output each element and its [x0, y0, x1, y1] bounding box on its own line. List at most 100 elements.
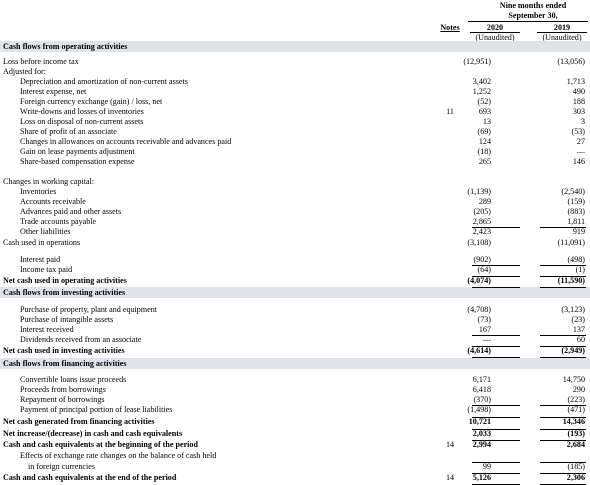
period-heading-line1: Nine months ended — [499, 1, 567, 10]
value-2019: (2,540) — [561, 187, 585, 196]
value-2020: (52) — [477, 97, 491, 106]
value-2020: 6,171 — [472, 375, 491, 384]
value-2019: 303 — [572, 107, 585, 116]
row-label: Loss on disposal of non-current assets — [20, 117, 144, 126]
total-rule — [540, 335, 586, 336]
double-total-rule — [540, 440, 586, 441]
row-label: Cash flows from investing activities — [3, 288, 126, 297]
row-label: Adjusted for: — [3, 67, 46, 76]
row-label: Cash and cash equivalents at the beginni… — [3, 440, 198, 449]
row-label: in foreign currencies — [28, 462, 95, 471]
row-label: Advances paid and other assets — [20, 207, 122, 216]
total-rule — [472, 417, 520, 418]
notes-column-header: Notes — [440, 23, 460, 32]
value-2019: 27 — [576, 137, 585, 146]
row-notes: 14 — [445, 473, 455, 482]
value-2019: (471) — [567, 405, 585, 414]
row-label: Interest paid — [20, 255, 61, 264]
row-label: Payment of principal portion of lease li… — [20, 405, 173, 414]
value-2020: (1,498) — [467, 405, 491, 414]
total-rule — [540, 417, 586, 418]
value-2019: (159) — [567, 197, 585, 206]
value-2019: (883) — [567, 207, 585, 216]
total-rule — [540, 346, 586, 347]
row-label: Interest received — [20, 325, 74, 334]
row-label: Net cash generated from financing activi… — [3, 417, 155, 426]
value-2020: 693 — [478, 107, 491, 116]
value-2020: 1,252 — [472, 87, 491, 96]
period-heading-underline — [468, 21, 588, 22]
value-2020: 99 — [482, 462, 491, 471]
double-total-rule — [472, 357, 520, 358]
row-label: Cash used in operations — [3, 238, 81, 247]
period-heading-line2: September 30, — [508, 11, 558, 20]
total-rule — [472, 335, 520, 336]
row-label: Share of profit of an associate — [20, 127, 117, 136]
year-2020-header: 2020 — [486, 23, 504, 32]
value-2019: (13,056) — [557, 57, 585, 66]
value-2019: 146 — [572, 157, 585, 166]
double-total-rule — [472, 287, 520, 288]
value-2019: (11,590) — [557, 276, 585, 285]
value-2020: (69) — [477, 127, 491, 136]
value-2019: (185) — [567, 462, 585, 471]
row-label: Changes in working capital: — [3, 177, 95, 186]
total-rule — [540, 473, 586, 474]
value-2019: 188 — [572, 97, 585, 106]
row-notes: 14 — [445, 440, 455, 449]
value-2020: (4,074) — [467, 276, 491, 285]
row-label: Gain on lease payments adjustment — [20, 147, 135, 156]
row-label: Cash flows from financing activities — [3, 359, 127, 368]
total-rule — [540, 462, 586, 463]
row-label: Repayment of borrowings — [20, 395, 105, 404]
value-2019: (498) — [567, 255, 585, 264]
value-2020: (12,951) — [463, 57, 491, 66]
total-rule — [472, 462, 520, 463]
row-label: Other liabilities — [20, 227, 71, 236]
row-label: Trade accounts payable — [20, 217, 97, 226]
row-notes: 11 — [446, 107, 454, 116]
value-2020: (4,708) — [467, 305, 491, 314]
value-2019: 2,684 — [566, 440, 585, 449]
row-label: Effects of exchange rate changes on the … — [20, 451, 217, 460]
value-2020: 5,126 — [472, 473, 491, 482]
value-2020: 10,721 — [468, 417, 491, 426]
value-2019: (11,091) — [557, 238, 585, 247]
row-label: Net cash used in investing activities — [3, 346, 125, 355]
value-2019: 1,811 — [567, 217, 585, 226]
double-total-rule — [472, 440, 520, 441]
row-label: Cash flows from operating activities — [3, 42, 128, 51]
row-label: Write-downs and losses of inventories — [20, 107, 144, 116]
value-2019: (223) — [567, 395, 585, 404]
value-2019: 14,346 — [562, 417, 585, 426]
value-2020: 2,994 — [472, 440, 491, 449]
row-label: Interest expense, net — [20, 87, 87, 96]
value-2019: 137 — [572, 325, 585, 334]
double-total-rule — [540, 357, 586, 358]
value-2020: (205) — [473, 207, 491, 216]
total-rule — [472, 346, 520, 347]
value-2020: 2,423 — [472, 227, 491, 236]
value-2019: 3 — [580, 117, 585, 126]
value-2020: (4,614) — [467, 346, 491, 355]
row-label: Net increase/(decrease) in cash and cash… — [3, 429, 183, 438]
row-label: Foreign currency exchange (gain) / loss,… — [20, 97, 163, 106]
value-2019: (193) — [567, 429, 585, 438]
row-label: Accounts receivable — [20, 197, 86, 206]
year-2019-header: 2019 — [553, 23, 571, 32]
total-rule — [472, 473, 520, 474]
value-2020: 124 — [478, 137, 491, 146]
value-2020: 289 — [478, 197, 491, 206]
row-label: Cash and cash equivalents at the end of … — [3, 473, 177, 482]
row-label: Share-based compensation expense — [20, 157, 135, 166]
value-2020: 265 — [478, 157, 491, 166]
value-2019: 919 — [572, 227, 585, 236]
total-rule — [472, 405, 520, 406]
row-label: Loss before income tax — [3, 57, 79, 66]
value-2019: 490 — [572, 87, 585, 96]
value-2019: (2,949) — [561, 346, 585, 355]
value-2019: (53) — [571, 127, 585, 136]
row-label: Convertible loans issue proceeds — [20, 375, 127, 384]
value-2019: (3,123) — [561, 305, 585, 314]
total-rule — [472, 429, 520, 430]
